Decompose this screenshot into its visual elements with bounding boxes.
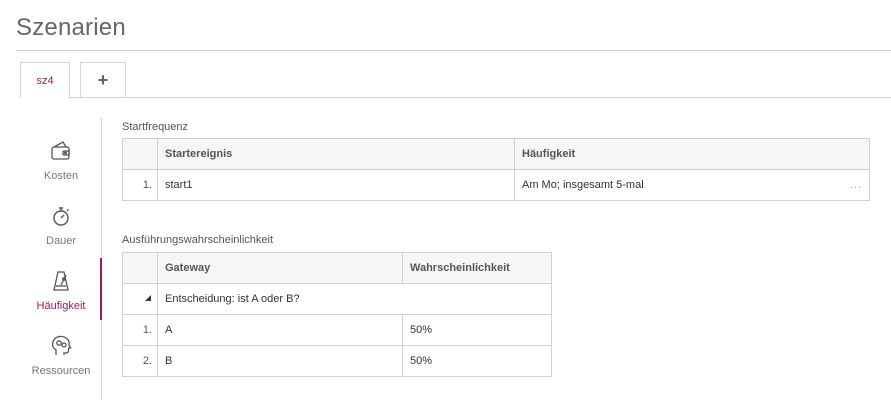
sidebar-item-label: Dauer (46, 235, 76, 247)
column-header: Wahrscheinlichkeit (402, 252, 552, 284)
frequency-value: Am Mo; insgesamt 5-mal (522, 179, 644, 191)
probability-cell[interactable]: 50% (402, 314, 552, 346)
sidebar-item-kosten[interactable]: Kosten (20, 118, 102, 182)
wallet-icon (51, 141, 70, 160)
sidebar-item-dauer[interactable]: Dauer (20, 183, 102, 247)
sidebar-item-label: Ressourcen (31, 365, 91, 377)
column-header: Startereignis (157, 138, 515, 170)
active-indicator (100, 258, 102, 320)
sidebar-item-haeufigkeit[interactable]: Häufigkeit (20, 248, 102, 312)
group-title: Entscheidung: ist A oder B? (157, 283, 552, 315)
head-gears-icon (51, 335, 72, 355)
more-options-icon[interactable]: ... (850, 179, 862, 191)
event-cell[interactable]: start1 (157, 169, 515, 201)
sidebar-item-label: Kosten (43, 170, 79, 182)
sidebar-item-label: Häufigkeit (36, 300, 86, 312)
table-header-row: Startereignis Häufigkeit (122, 138, 870, 170)
stopwatch-icon (53, 207, 69, 226)
table-row[interactable]: 2. B 50% (122, 345, 552, 377)
table-row[interactable]: 1. start1 Am Mo; insgesamt 5-mal ... (122, 169, 870, 201)
column-header: Gateway (157, 252, 403, 284)
frequency-cell[interactable]: Am Mo; insgesamt 5-mal ... (514, 169, 870, 201)
column-header: Häufigkeit (514, 138, 870, 170)
sidebar-item-ressourcen[interactable]: Ressourcen (20, 313, 102, 377)
table-header-row: Gateway Wahrscheinlichkeit (122, 252, 552, 284)
gateway-cell: B (157, 345, 403, 377)
row-number-header (122, 252, 158, 284)
probability-table: Gateway Wahrscheinlichkeit Entscheidung:… (122, 252, 552, 377)
probability-cell[interactable]: 50% (402, 345, 552, 377)
startfrequenz-table: Startereignis Häufigkeit 1. start1 Am Mo… (122, 138, 870, 201)
gateway-cell: A (157, 314, 403, 346)
collapse-triangle-icon (145, 295, 151, 301)
group-row[interactable]: Entscheidung: ist A oder B? (122, 283, 552, 315)
startfrequenz-label: Startfrequenz (122, 121, 189, 133)
collapse-toggle[interactable] (122, 283, 158, 315)
row-number-header (122, 138, 158, 170)
add-tab-button[interactable]: + (80, 62, 126, 97)
row-number: 1. (122, 314, 158, 346)
tab-sz4[interactable]: sz4 (20, 62, 70, 98)
ausfuehrung-label: Ausführungswahrscheinlichkeit (122, 234, 274, 246)
active-tab-gap (21, 97, 69, 98)
table-row[interactable]: 1. A 50% (122, 314, 552, 346)
row-number: 1. (122, 169, 158, 201)
page-title: Szenarien (16, 14, 126, 41)
tabs-divider (20, 97, 891, 98)
metronome-icon (53, 271, 69, 291)
title-divider (16, 50, 891, 51)
row-number: 2. (122, 345, 158, 377)
